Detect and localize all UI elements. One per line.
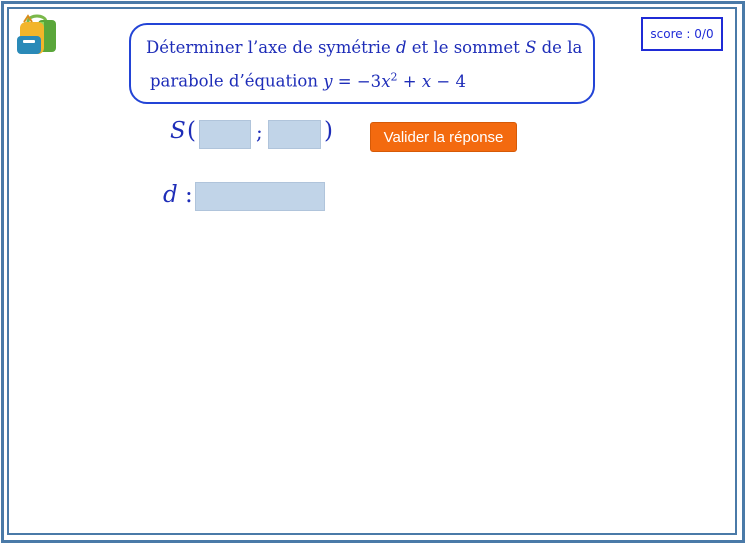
vertex-label: S — [170, 118, 186, 144]
backpack-icon — [17, 14, 56, 54]
question-box: Déterminer l’axe de symétrie d et le som… — [129, 23, 595, 104]
question-line-1: Déterminer l’axe de symétrie d et le som… — [146, 33, 593, 62]
score-display: score : 0/0 — [641, 17, 723, 51]
equation: y = −3x2 + x − 4 — [323, 70, 466, 91]
vertex-symbol: S — [525, 38, 537, 57]
axis-symbol: d — [395, 38, 407, 57]
axis-colon: : — [185, 182, 193, 208]
axis-input[interactable] — [195, 182, 325, 211]
question-text: de la — [536, 38, 583, 57]
question-line-2: parabole d’équation y = −3x2 + x − 4 — [146, 62, 593, 96]
eq-exponent: 2 — [390, 70, 398, 83]
question-text: parabole d’équation — [150, 71, 324, 91]
eq-coef: = −3 — [332, 71, 382, 91]
validate-button[interactable]: Valider la réponse — [370, 122, 517, 152]
eq-const: − 4 — [431, 71, 466, 91]
vertex-y-input[interactable] — [268, 120, 321, 149]
question-text: et le sommet — [406, 38, 526, 57]
eq-x: x — [381, 71, 391, 91]
question-text: Déterminer l’axe de symétrie — [146, 38, 396, 57]
close-paren: ) — [324, 118, 333, 144]
axis-row: d : — [163, 182, 193, 208]
vertex-x-input[interactable] — [199, 120, 251, 149]
axis-label: d — [163, 182, 178, 208]
eq-y: y — [323, 71, 333, 91]
separator: ; — [256, 120, 263, 144]
eq-x2: x — [421, 71, 432, 91]
open-paren: ( — [187, 118, 196, 144]
eq-plus: + — [397, 71, 422, 91]
